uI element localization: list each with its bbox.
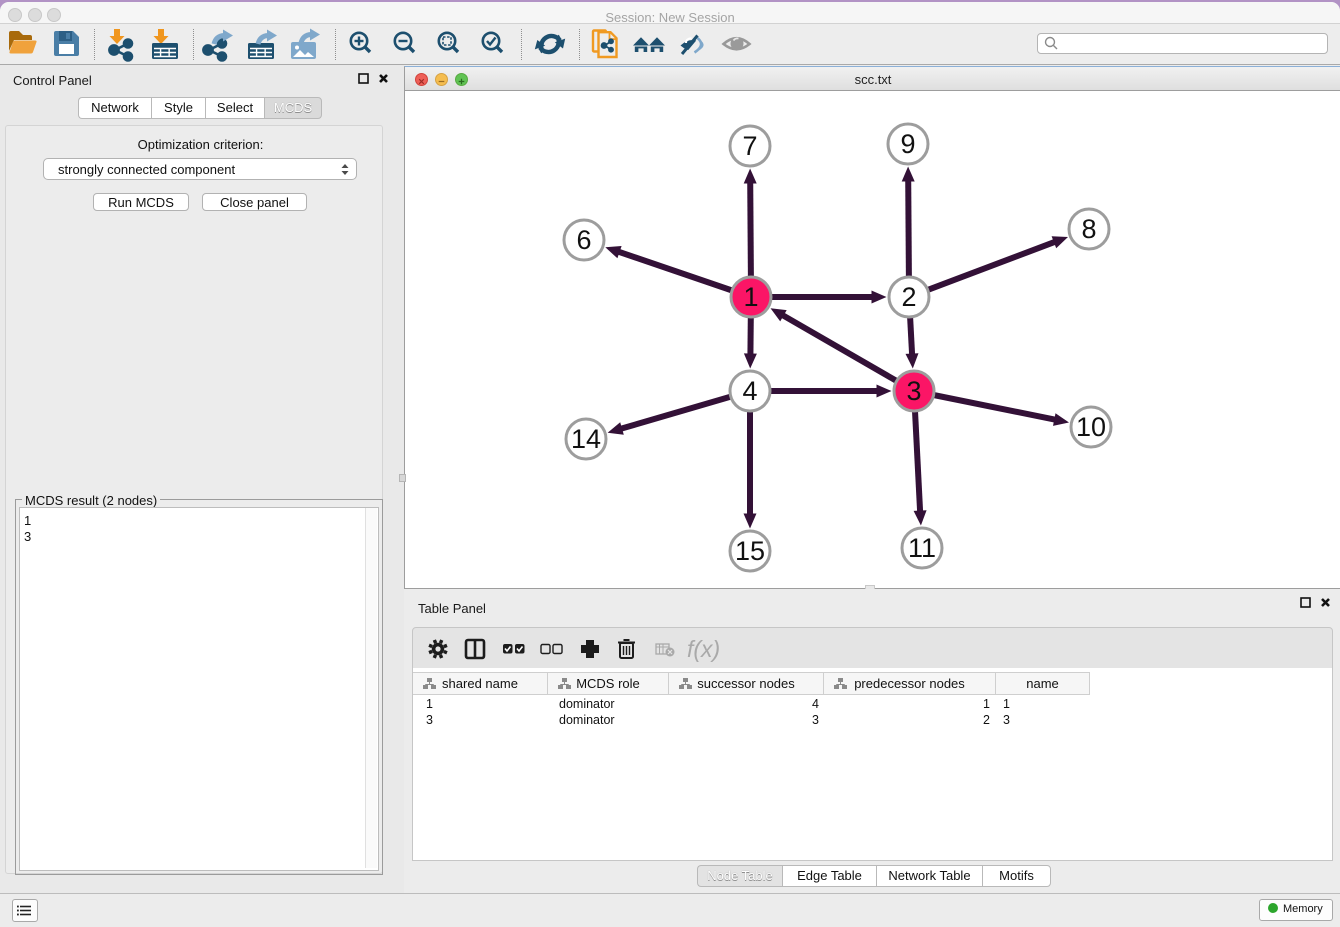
svg-text:3: 3 (906, 376, 921, 406)
svg-text:1: 1 (743, 282, 758, 312)
svg-text:6: 6 (576, 225, 591, 255)
svg-text:7: 7 (742, 131, 757, 161)
svg-text:14: 14 (571, 424, 601, 454)
svg-text:15: 15 (735, 536, 765, 566)
svg-text:4: 4 (742, 376, 757, 406)
svg-text:8: 8 (1081, 214, 1096, 244)
svg-text:2: 2 (901, 282, 916, 312)
svg-text:f(x): f(x) (687, 636, 720, 662)
svg-text:11: 11 (908, 533, 936, 563)
svg-text:10: 10 (1076, 412, 1106, 442)
svg-text:9: 9 (900, 129, 915, 159)
